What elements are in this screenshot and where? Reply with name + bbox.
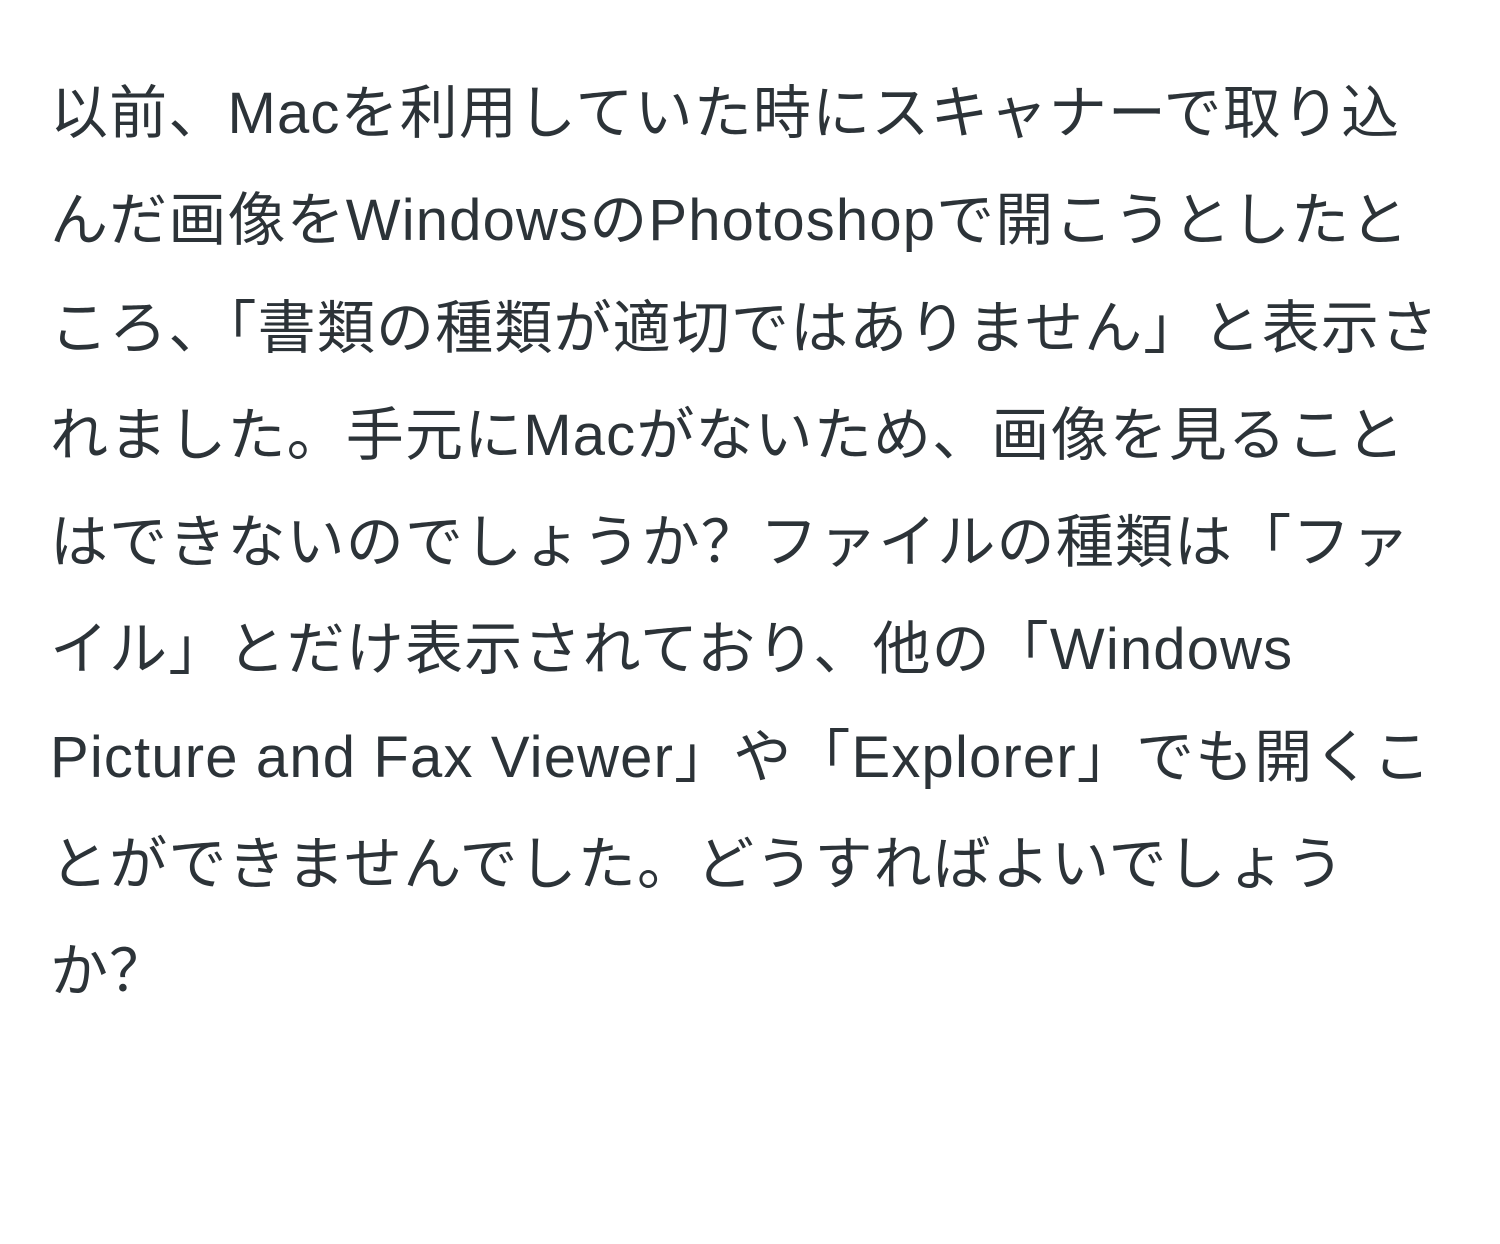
body-text: 以前、Macを利用していた時にスキャナーで取り込んだ画像をWindowsのPho… [50, 81, 1439, 1004]
document-body: 以前、Macを利用していた時にスキャナーで取り込んだ画像をWindowsのPho… [50, 60, 1450, 1026]
